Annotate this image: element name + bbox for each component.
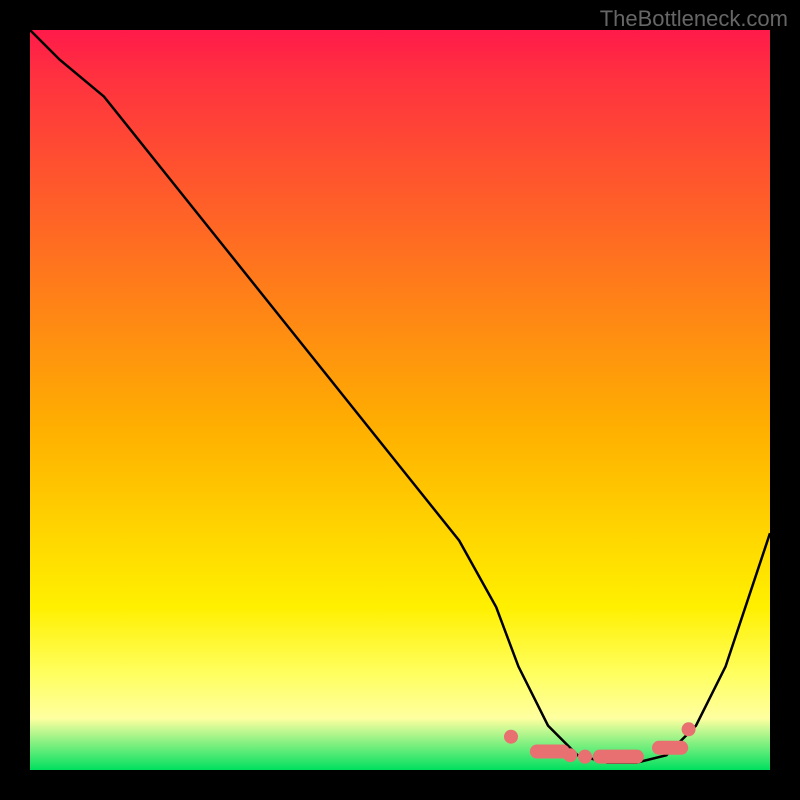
marker-dot [504, 730, 518, 744]
marker-dot [578, 750, 592, 764]
chart-svg [30, 30, 770, 770]
marker-group [504, 722, 696, 763]
marker-dot [682, 722, 696, 736]
watermark-text: TheBottleneck.com [600, 6, 788, 32]
plot-area [30, 30, 770, 770]
bottleneck-curve [30, 30, 770, 763]
marker-dot [563, 748, 577, 762]
